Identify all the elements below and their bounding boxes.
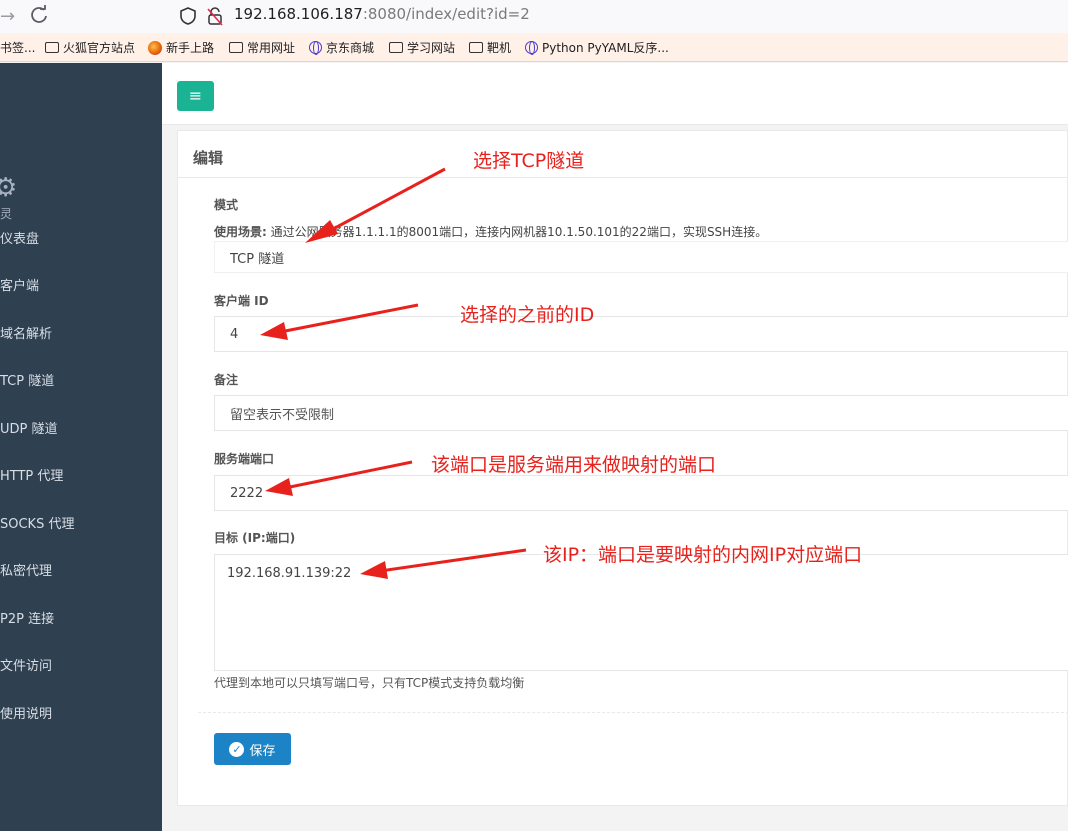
panel-divider: [178, 177, 1068, 178]
bookmark-item[interactable]: 京东商城: [309, 39, 374, 56]
url-host: 192.168.106.187: [234, 5, 363, 23]
client-id-input[interactable]: 4: [214, 316, 1068, 352]
shield-icon[interactable]: [179, 6, 197, 26]
reload-icon[interactable]: [28, 4, 50, 26]
usage-prefix: 使用场景:: [214, 225, 267, 239]
bookmark-label: 常用网址: [247, 41, 296, 55]
mode-select[interactable]: TCP 隧道: [214, 241, 1068, 273]
sidebar-item-secret[interactable]: 私密代理: [0, 560, 52, 579]
bookmark-label: Python PyYAML反序...: [542, 41, 669, 55]
folder-icon: [389, 42, 403, 53]
bookmark-item[interactable]: 常用网址: [229, 39, 295, 56]
target-help-text: 代理到本地可以只填写端口号，只有TCP模式支持负载均衡: [214, 676, 525, 690]
bookmark-item[interactable]: 靶机: [469, 39, 511, 56]
bookmark-item[interactable]: 书签...: [0, 39, 35, 56]
sidebar-item-tcp[interactable]: TCP 隧道: [0, 370, 54, 389]
firefox-icon: [148, 40, 162, 55]
mode-label: 模式: [214, 198, 239, 212]
brand-text: 灵: [0, 207, 13, 221]
folder-icon: [469, 42, 483, 53]
annotation-target-note: 该IP：端口是要映射的内网IP对应端口: [543, 544, 863, 566]
usage-text: 通过公网服务器1.1.1.1的8001端口，连接内网机器10.1.50.101的…: [266, 225, 768, 239]
check-circle-icon: ✓: [229, 741, 245, 757]
server-port-input[interactable]: 2222: [214, 475, 1068, 511]
bookmarks-bar: 书签... 火狐官方站点 新手上路 常用网址 京东商城 学习网站 靶机 Pyth…: [0, 33, 1068, 62]
bookmark-item[interactable]: 火狐官方站点: [45, 39, 135, 56]
sidebar-item-socks[interactable]: SOCKS 代理: [0, 513, 74, 532]
remark-placeholder: 留空表示不受限制: [230, 407, 335, 423]
hamburger-icon: ≡: [188, 86, 203, 105]
remark-input[interactable]: 留空表示不受限制: [214, 395, 1068, 431]
server-port-value: 2222: [230, 485, 264, 501]
client-id-value: 4: [230, 326, 239, 342]
target-value: 192.168.91.139:22: [227, 566, 352, 581]
bookmark-item[interactable]: Python PyYAML反序...: [525, 39, 669, 56]
bookmark-label: 靶机: [487, 41, 512, 55]
client-id-label: 客户端 ID: [214, 294, 269, 308]
mode-value: TCP 隧道: [230, 251, 285, 267]
target-textarea[interactable]: 192.168.91.139:22: [214, 554, 1068, 671]
bookmark-label: 新手上路: [166, 41, 215, 55]
forward-arrow-icon[interactable]: →: [0, 6, 15, 27]
url-field[interactable]: 192.168.106.187:8080/index/edit?id=2: [234, 5, 530, 23]
annotation-mode-note: 选择TCP隧道: [473, 150, 585, 172]
form-divider: [198, 712, 1068, 713]
bookmark-label: 火狐官方站点: [63, 41, 136, 55]
folder-icon: [45, 42, 59, 53]
save-label: 保存: [249, 743, 276, 759]
browser-address-bar: → 192.168.106.187:8080/index/edit?id=2: [0, 0, 1068, 33]
bookmark-item[interactable]: 学习网站: [389, 39, 455, 56]
sidebar-item-udp[interactable]: UDP 隧道: [0, 418, 58, 437]
sidebar-item-help[interactable]: 使用说明: [0, 703, 52, 722]
globe-icon: [309, 41, 322, 55]
top-header: ≡: [162, 63, 1068, 125]
gear-icon: ⚙: [0, 173, 18, 203]
sidebar-item-p2p[interactable]: P2P 连接: [0, 608, 54, 627]
sidebar-item-domain[interactable]: 域名解析: [0, 323, 52, 342]
sidebar-item-clients[interactable]: 客户端: [0, 275, 39, 294]
save-button[interactable]: ✓ 保存: [214, 733, 291, 765]
sidebar-item-file[interactable]: 文件访问: [0, 655, 52, 674]
sidebar-item-dashboard[interactable]: 仪表盘: [0, 228, 39, 247]
remark-label: 备注: [214, 373, 239, 387]
sidebar-item-http[interactable]: HTTP 代理: [0, 465, 63, 484]
server-port-label: 服务端端口: [214, 452, 275, 466]
sidebar: ⚙ 灵 仪表盘 客户端 域名解析 TCP 隧道 UDP 隧道 HTTP 代理 S…: [0, 63, 162, 831]
bookmark-label: 书签...: [0, 41, 36, 55]
globe-icon: [525, 41, 538, 55]
usage-description: 使用场景: 通过公网服务器1.1.1.1的8001端口，连接内网机器10.1.5…: [214, 223, 767, 240]
insecure-lock-icon[interactable]: [206, 6, 224, 26]
annotation-port-note: 该端口是服务端用来做映射的端口: [431, 454, 717, 476]
menu-toggle-button[interactable]: ≡: [177, 81, 214, 111]
bookmark-label: 京东商城: [326, 41, 375, 55]
annotation-id-note: 选择的之前的ID: [460, 304, 595, 326]
bookmark-label: 学习网站: [407, 41, 456, 55]
target-label: 目标 (IP:端口): [214, 531, 296, 545]
folder-icon: [229, 42, 243, 53]
panel-title: 编辑: [193, 149, 224, 167]
url-path: :8080/index/edit?id=2: [362, 5, 530, 23]
bookmark-item[interactable]: 新手上路: [148, 39, 214, 56]
